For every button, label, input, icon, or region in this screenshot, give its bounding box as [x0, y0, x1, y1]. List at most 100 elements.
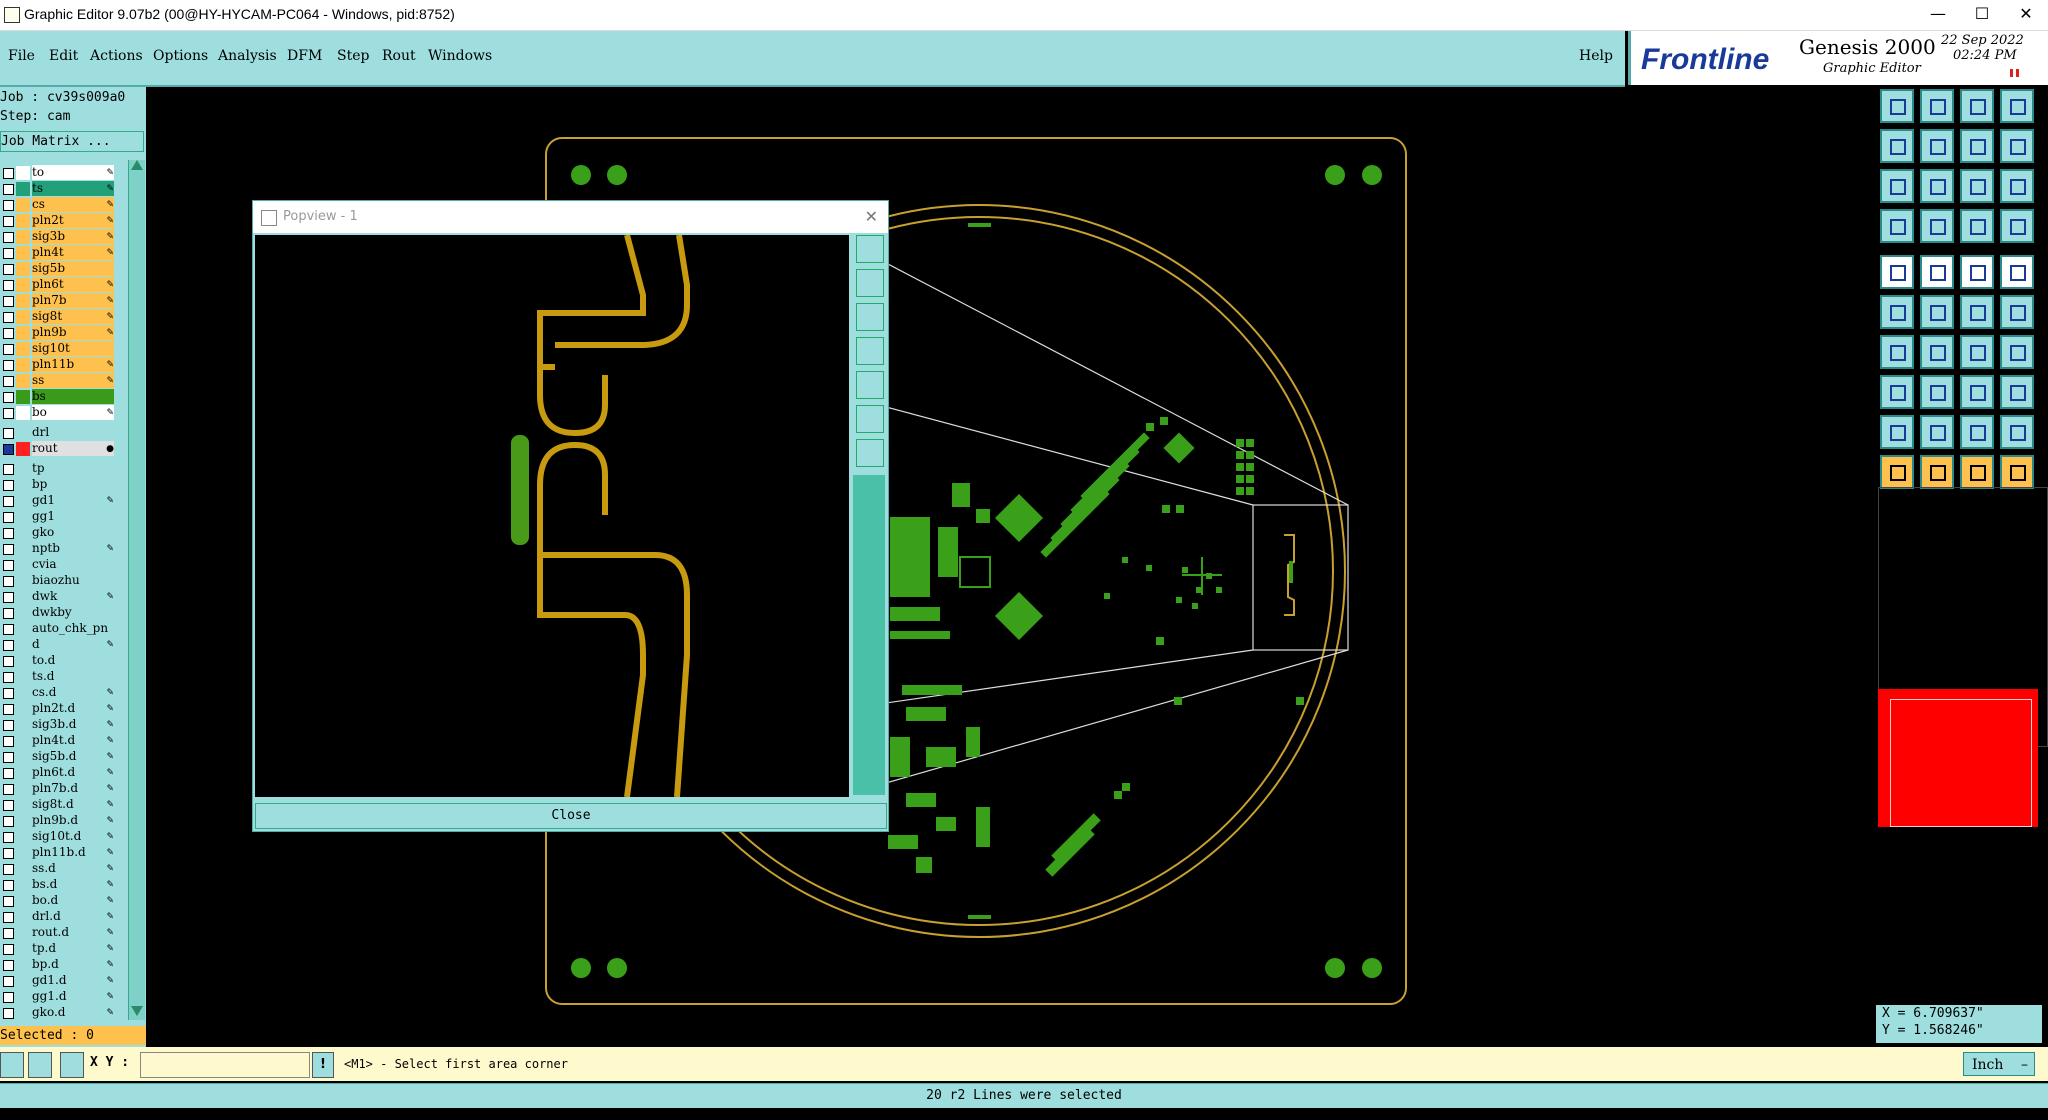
menu-step[interactable]: Step	[337, 48, 369, 64]
angle-line-icon[interactable]	[1880, 335, 1914, 369]
layer-row[interactable]: cs ✎	[0, 197, 118, 213]
layer-checkbox[interactable]	[3, 784, 14, 795]
layer-label[interactable]: sig8t.d	[32, 797, 114, 812]
layer-row[interactable]: sig5b	[0, 261, 118, 277]
layer-checkbox[interactable]	[3, 624, 14, 635]
layer-label[interactable]: bp.d	[32, 957, 114, 972]
layer-row[interactable]: pln7b ✎	[0, 293, 118, 309]
layer-row[interactable]: pln2t ✎	[0, 213, 118, 229]
ratio-icon[interactable]	[1960, 169, 1994, 203]
layer-row[interactable]: bs	[0, 389, 118, 405]
popview-tool-5-icon[interactable]	[856, 371, 884, 399]
move-right-icon[interactable]	[1920, 129, 1954, 163]
layer-label[interactable]: ss.d	[32, 861, 114, 876]
popview-tool-2-icon[interactable]	[856, 269, 884, 297]
cmd-tool-2-icon[interactable]	[28, 1052, 52, 1078]
circle-pad-icon[interactable]	[1880, 255, 1914, 289]
layer-checkbox[interactable]	[3, 944, 14, 955]
layer-checkbox[interactable]	[3, 672, 14, 683]
arch-a-icon[interactable]	[1960, 415, 1994, 449]
layer-checkbox[interactable]	[3, 832, 14, 843]
layer-label[interactable]: sig5b.d	[32, 749, 114, 764]
layer-label[interactable]: pln6t.d	[32, 765, 114, 780]
layer-checkbox[interactable]	[3, 264, 14, 275]
menu-edit[interactable]: Edit	[49, 48, 78, 64]
menu-options[interactable]: Options	[153, 48, 208, 64]
layer-label[interactable]: gd1.d	[32, 973, 114, 988]
scroll-down-arrow-icon[interactable]	[131, 1006, 143, 1016]
layer-checkbox[interactable]	[3, 928, 14, 939]
frame-icon[interactable]	[1880, 89, 1914, 123]
layer-label[interactable]: to.d	[32, 653, 114, 668]
layer-checkbox[interactable]	[3, 640, 14, 651]
connect-icon[interactable]	[1880, 295, 1914, 329]
layer-label[interactable]: ts.d	[32, 669, 114, 684]
layer-checkbox[interactable]	[3, 376, 14, 387]
line-measure-icon[interactable]	[1920, 209, 1954, 243]
cluster-icon[interactable]	[2000, 375, 2034, 409]
layer-label[interactable]: cs	[32, 197, 114, 212]
layer-row[interactable]: pln2t.d ✎	[0, 701, 118, 717]
layer-row[interactable]: ss ✎	[0, 373, 118, 389]
select-arrow-icon[interactable]	[1880, 455, 1914, 489]
select-arrow-c-icon[interactable]	[1960, 455, 1994, 489]
layer-label[interactable]: dwkby	[32, 605, 114, 620]
triangle-a-icon[interactable]	[1880, 415, 1914, 449]
layer-checkbox[interactable]	[3, 1008, 14, 1019]
menu-dfm[interactable]: DFM	[287, 48, 322, 64]
layer-label[interactable]: pln9b.d	[32, 813, 114, 828]
menu-help[interactable]: Help	[1579, 48, 1613, 64]
layer-row[interactable]: ts ✎	[0, 181, 118, 197]
layer-label[interactable]: gko	[32, 525, 114, 540]
layer-row[interactable]: bs.d ✎	[0, 877, 118, 893]
popview-tool-6-icon[interactable]	[856, 405, 884, 433]
layer-checkbox[interactable]	[3, 608, 14, 619]
layer-label[interactable]: tp	[32, 461, 114, 476]
layer-row[interactable]: ts.d	[0, 669, 118, 685]
layer-checkbox[interactable]	[3, 880, 14, 891]
layer-label[interactable]: bp	[32, 477, 114, 492]
layer-checkbox[interactable]	[3, 296, 14, 307]
layer-checkbox[interactable]	[3, 444, 14, 455]
flip-icon[interactable]	[2000, 335, 2034, 369]
layer-label[interactable]: rout.d	[32, 925, 114, 940]
pan-icon[interactable]	[1960, 129, 1994, 163]
info-icon[interactable]: !	[312, 1052, 334, 1078]
layer-label[interactable]: bo.d	[32, 893, 114, 908]
layer-label[interactable]: pln11b	[32, 357, 114, 372]
layer-row[interactable]: gko	[0, 525, 118, 541]
layer-row[interactable]: pln9b ✎	[0, 325, 118, 341]
layer-checkbox[interactable]	[3, 896, 14, 907]
layer-checkbox[interactable]	[3, 200, 14, 211]
diagonal-icon[interactable]	[1920, 255, 1954, 289]
layer-row[interactable]: sig8t.d ✎	[0, 797, 118, 813]
layer-checkbox[interactable]	[3, 392, 14, 403]
layer-row[interactable]: sig10t.d ✎	[0, 829, 118, 845]
layer-row[interactable]: drl	[0, 425, 118, 441]
layer-row[interactable]: d ✎	[0, 637, 118, 653]
layer-checkbox[interactable]	[3, 168, 14, 179]
node-icon[interactable]	[1960, 295, 1994, 329]
layer-checkbox[interactable]	[3, 576, 14, 587]
cmd-tool-1-icon[interactable]	[0, 1052, 24, 1078]
layer-row[interactable]: bo ✎	[0, 405, 118, 421]
layer-label[interactable]: sig3b	[32, 229, 114, 244]
popview-tool-7-icon[interactable]	[856, 439, 884, 467]
home-icon[interactable]	[1960, 89, 1994, 123]
layer-row[interactable]: to.d	[0, 653, 118, 669]
layer-checkbox[interactable]	[3, 720, 14, 731]
layer-row[interactable]: gd1 ✎	[0, 493, 118, 509]
layer-label[interactable]: pln4t.d	[32, 733, 114, 748]
layer-label[interactable]: sig3b.d	[32, 717, 114, 732]
xy-input[interactable]	[140, 1052, 310, 1078]
layer-row[interactable]: pln7b.d ✎	[0, 781, 118, 797]
layer-label[interactable]: gd1	[32, 493, 114, 508]
layer-checkbox[interactable]	[3, 544, 14, 555]
layer-label[interactable]: to	[32, 165, 114, 180]
fit-icon[interactable]	[1880, 169, 1914, 203]
layer-label[interactable]: dwk	[32, 589, 114, 604]
close-window-button[interactable]: ✕	[2004, 0, 2048, 30]
layer-row[interactable]: sig10t	[0, 341, 118, 357]
layer-row[interactable]: auto_chk_pn	[0, 621, 118, 637]
layer-row[interactable]: rout.d ✎	[0, 925, 118, 941]
